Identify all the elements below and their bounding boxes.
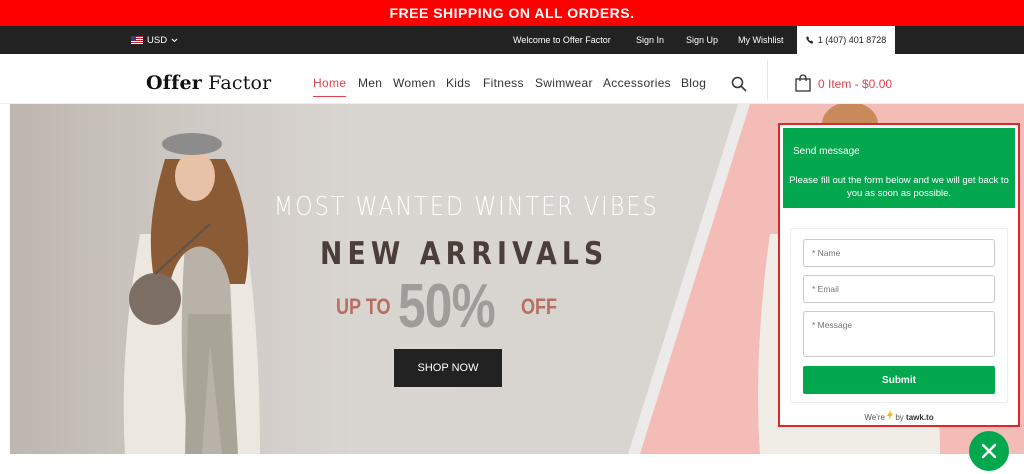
nav-home[interactable]: Home <box>313 76 347 97</box>
chat-widget-title: Send message <box>793 146 860 157</box>
nav-blog[interactable]: Blog <box>681 76 706 92</box>
hero-tagline: MOST WANTED WINTER VIBES <box>274 192 659 222</box>
phone-icon <box>805 36 813 44</box>
submit-button[interactable]: Submit <box>803 366 995 394</box>
search-icon[interactable] <box>731 76 747 92</box>
nav-women[interactable]: Women <box>393 76 436 92</box>
currency-selector[interactable]: USD <box>131 26 178 54</box>
nav-men[interactable]: Men <box>358 76 382 92</box>
us-flag-icon <box>131 36 143 44</box>
lightning-icon <box>887 410 894 420</box>
nav-swimwear[interactable]: Swimwear <box>535 76 593 92</box>
promo-banner: FREE SHIPPING ON ALL ORDERS. <box>0 0 1024 26</box>
hero-off: OFF <box>521 294 558 319</box>
chat-widget: Send message Please fill out the form be… <box>778 123 1020 427</box>
wishlist-link[interactable]: My Wishlist <box>738 26 784 54</box>
email-field[interactable]: * Email <box>803 275 995 303</box>
phone-contact[interactable]: 1 (407) 401 8728 <box>797 26 895 54</box>
site-logo[interactable]: Offer Factor <box>146 72 271 94</box>
sign-in-link[interactable]: Sign In <box>636 26 664 54</box>
header-divider <box>767 60 768 100</box>
chat-widget-header: Send message Please fill out the form be… <box>783 128 1015 208</box>
chat-form: * Name * Email * Message Submit <box>790 228 1008 403</box>
name-field[interactable]: * Name <box>803 239 995 267</box>
shop-now-button[interactable]: SHOP NOW <box>394 349 502 387</box>
cart-summary[interactable]: 0 Item - $0.00 <box>818 77 892 91</box>
nav-kids[interactable]: Kids <box>446 76 471 92</box>
powered-by[interactable]: We're by tawk.to <box>780 410 1018 422</box>
hero-upto: UP TO <box>336 294 391 319</box>
currency-label: USD <box>147 34 168 46</box>
hero-title: NEW ARRIVALS <box>320 236 609 272</box>
close-icon <box>981 443 997 459</box>
chat-widget-description: Please fill out the form below and we wi… <box>789 175 1009 199</box>
phone-number: 1 (407) 401 8728 <box>817 35 887 45</box>
welcome-text: Welcome to Offer Factor <box>513 35 611 45</box>
shopping-bag-icon[interactable] <box>795 74 811 92</box>
chevron-down-icon <box>171 38 178 42</box>
nav-accessories[interactable]: Accessories <box>603 76 671 92</box>
model-image <box>123 133 260 454</box>
message-field[interactable]: * Message <box>803 311 995 357</box>
sign-up-link[interactable]: Sign Up <box>686 26 718 54</box>
chat-close-button[interactable] <box>969 431 1009 471</box>
nav-fitness[interactable]: Fitness <box>483 76 524 92</box>
hero-discount: 50% <box>398 272 496 341</box>
